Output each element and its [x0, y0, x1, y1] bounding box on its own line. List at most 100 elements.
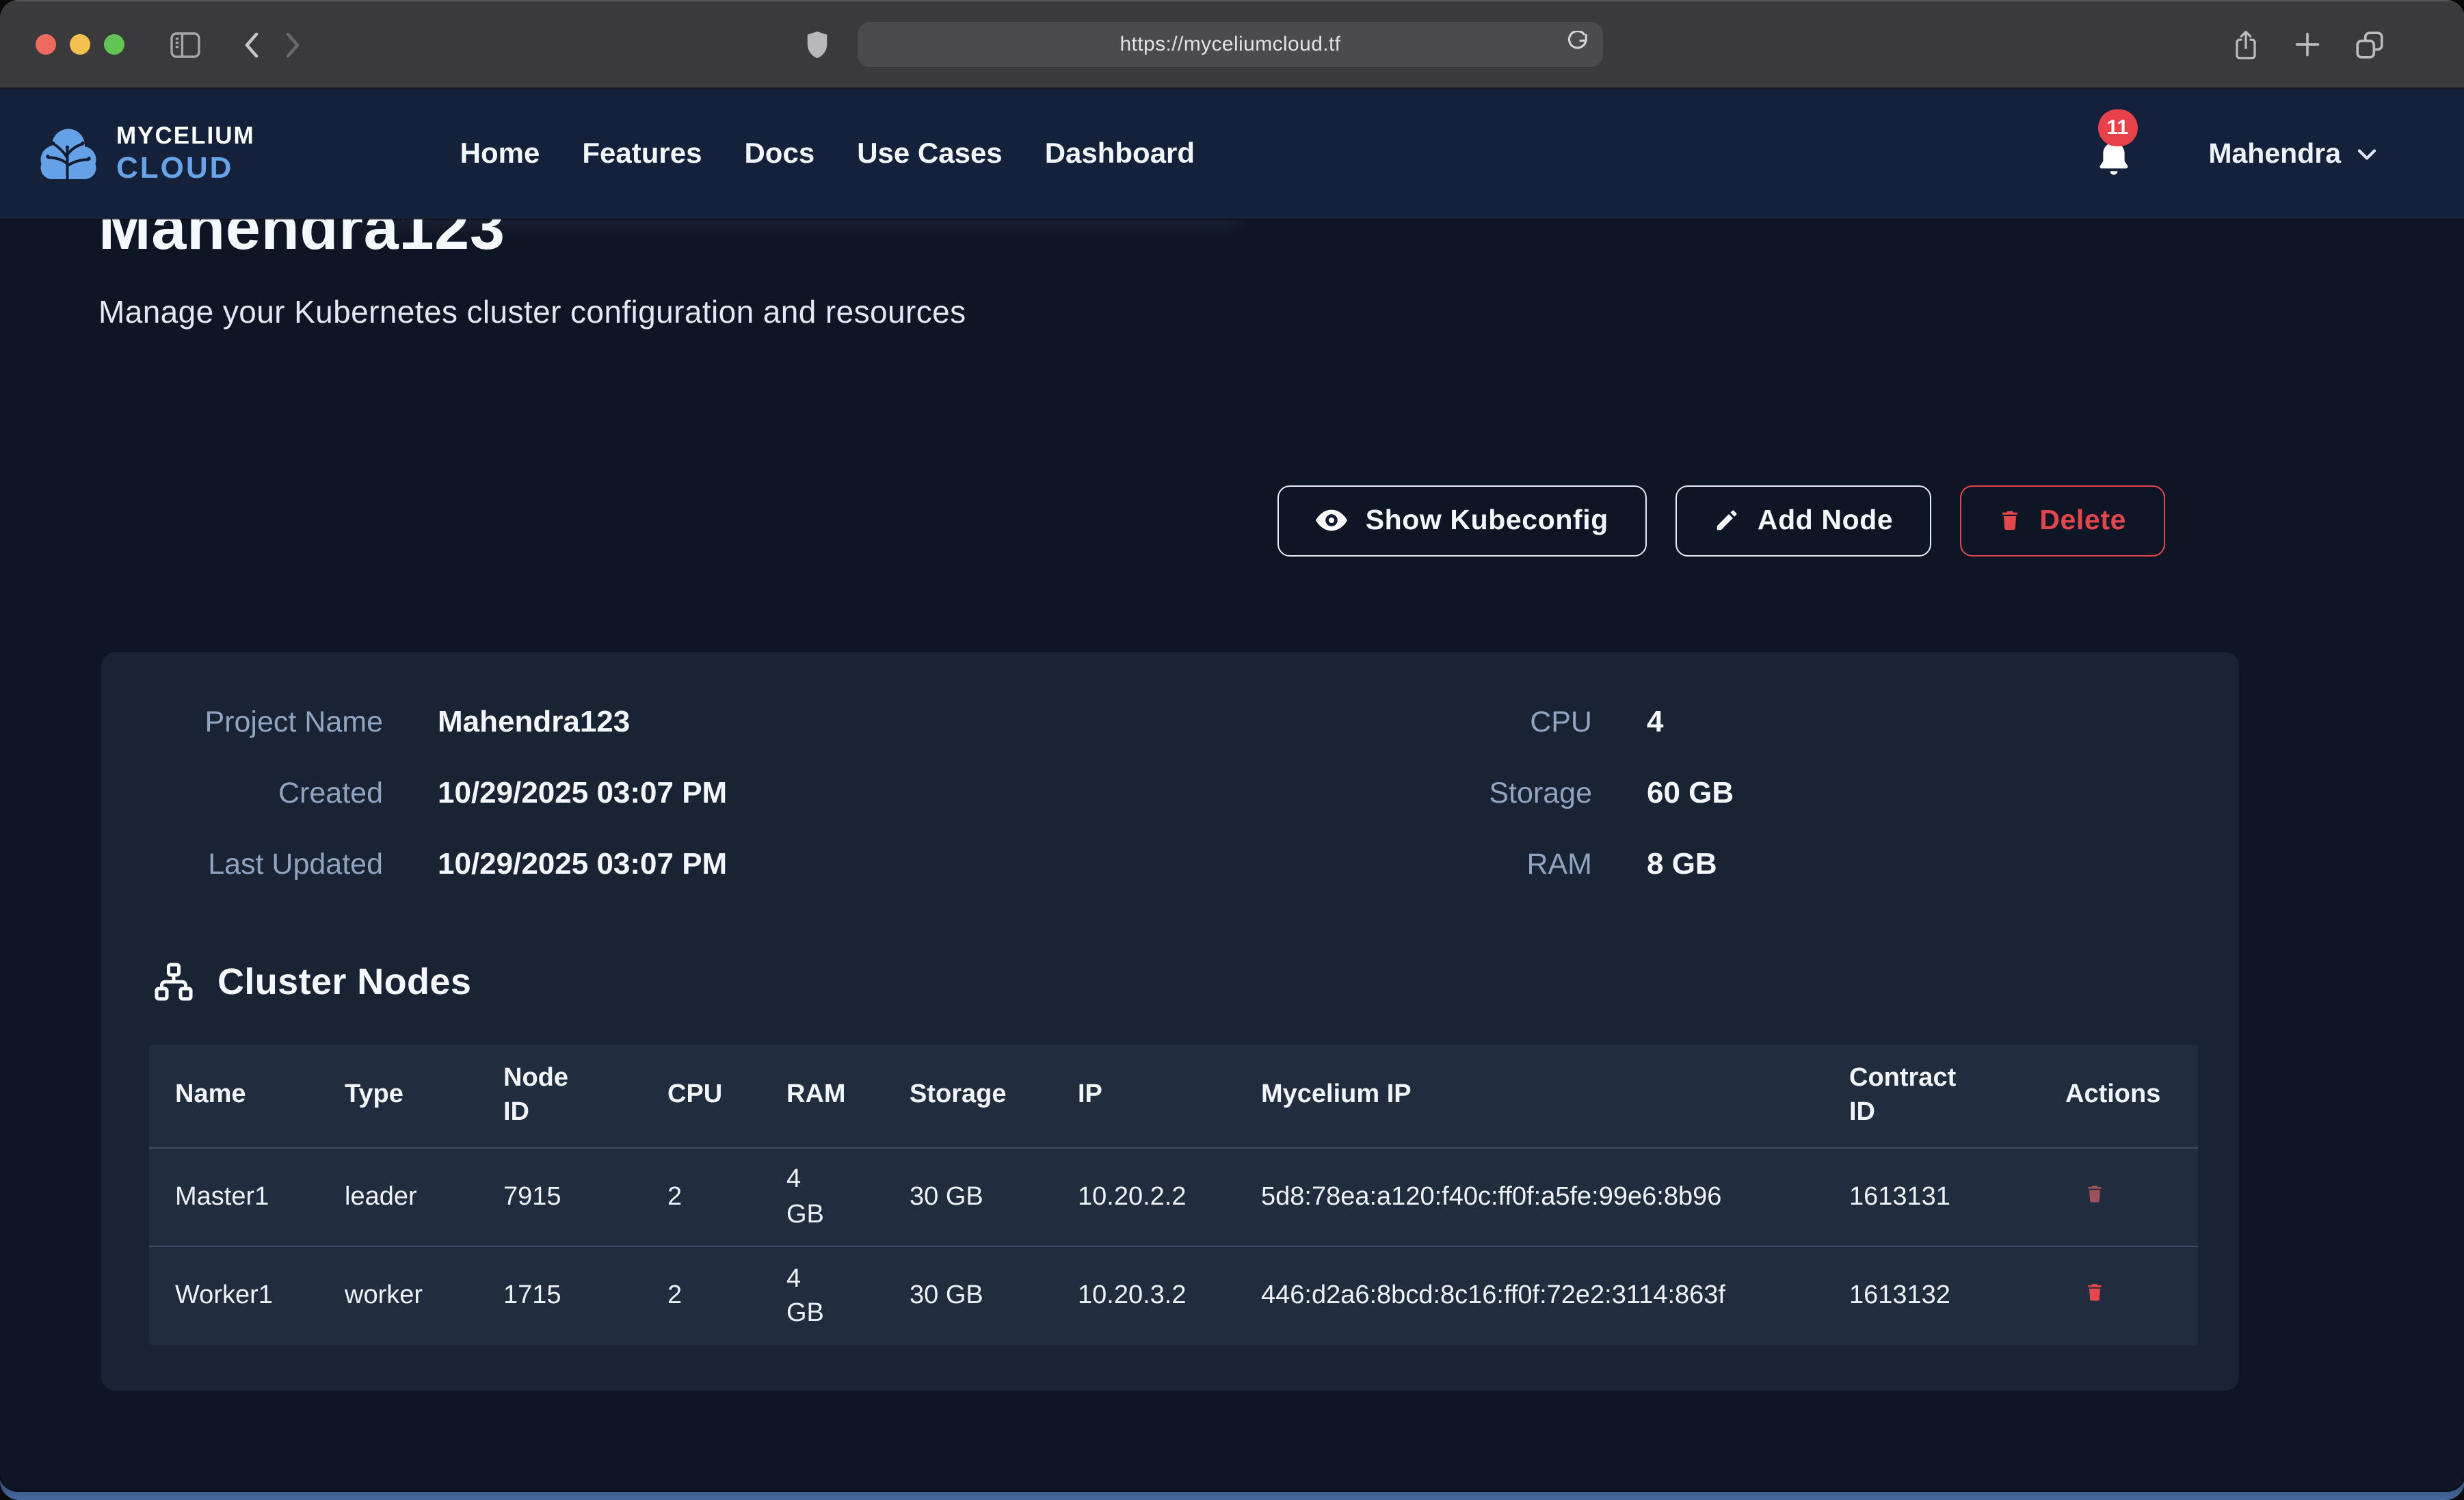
share-icon: [2230, 27, 2260, 62]
table-row-master1: Master1 leader 7915 2 4 GB 30 GB 10.20.2…: [149, 1149, 2198, 1247]
table-header-row: Name Type Node ID CPU RAM Storage IP Myc…: [149, 1045, 2198, 1149]
cell-name: Master1: [149, 1149, 345, 1247]
notification-badge: 11: [2097, 109, 2137, 146]
ram-value: 8 GB: [1647, 844, 2212, 885]
add-node-label: Add Node: [1758, 505, 1893, 537]
cell-ram: 4 GB: [786, 1149, 910, 1247]
safari-window: https://myceliumcloud.tf: [0, 0, 2464, 1490]
col-contract-id: Contract ID: [1849, 1045, 2065, 1149]
nav-link-docs[interactable]: Docs: [744, 137, 814, 170]
cluster-nodes-header: Cluster Nodes: [153, 961, 2239, 1004]
new-tab-button[interactable]: [2293, 31, 2320, 58]
show-kubeconfig-button[interactable]: Show Kubeconfig: [1278, 485, 1647, 557]
delete-node-button[interactable]: [2065, 1181, 2105, 1210]
cell-actions: [2065, 1247, 2198, 1345]
cluster-actions: Show Kubeconfig Add Node Delete: [0, 485, 2464, 557]
col-ip: IP: [1078, 1045, 1261, 1149]
last-updated-label: Last Updated: [129, 844, 383, 885]
col-actions: Actions: [2065, 1045, 2198, 1149]
cell-ram: 4 GB: [786, 1247, 910, 1345]
storage-label: Storage: [1223, 773, 1592, 814]
logo-line1: MYCELIUM: [116, 125, 255, 149]
logo-line2: CLOUD: [116, 153, 255, 183]
delete-cluster-button[interactable]: Delete: [1960, 485, 2164, 557]
col-type: Type: [345, 1045, 503, 1149]
close-window-button[interactable]: [36, 34, 56, 55]
address-bar-url: https://myceliumcloud.tf: [858, 33, 1603, 56]
cloud-logo-icon: [36, 125, 101, 183]
back-icon: [238, 28, 263, 61]
tab-overview-button[interactable]: [2353, 29, 2385, 60]
col-ram: RAM: [786, 1045, 910, 1149]
project-name-label: Project Name: [129, 701, 383, 742]
site-navbar: MYCELIUM CLOUD Home Features Docs Use Ca…: [0, 89, 2464, 219]
tab-overview-icon: [2353, 29, 2385, 60]
cluster-nodes-table: Name Type Node ID CPU RAM Storage IP Myc…: [149, 1045, 2198, 1345]
logo-text: MYCELIUM CLOUD: [116, 125, 255, 183]
cell-ip: 10.20.3.2: [1078, 1247, 1261, 1345]
cell-contract-id: 1613131: [1849, 1149, 2065, 1247]
forward-button[interactable]: [282, 28, 306, 61]
cluster-details-panel: Project Name Mahendra123 CPU 4 Created 1…: [101, 652, 2239, 1391]
main-content: Mahendra123 Manage your Kubernetes clust…: [0, 191, 2464, 1391]
user-name: Mahendra: [2208, 137, 2341, 170]
back-button[interactable]: [238, 28, 263, 61]
cell-node-id: 1715: [503, 1247, 667, 1345]
cell-contract-id: 1613132: [1849, 1247, 2065, 1345]
sidebar-toggle-button[interactable]: [168, 29, 202, 59]
storage-value: 60 GB: [1647, 773, 2212, 814]
cluster-nodes-title: Cluster Nodes: [217, 961, 471, 1004]
last-updated-value: 10/29/2025 03:07 PM: [438, 844, 1168, 885]
nav-link-home[interactable]: Home: [460, 137, 540, 170]
project-name-value: Mahendra123: [438, 701, 1168, 742]
cell-name: Worker1: [149, 1247, 345, 1345]
privacy-shield-icon: [804, 28, 830, 61]
privacy-report-button[interactable]: [804, 28, 830, 61]
notifications-button[interactable]: 11: [2093, 129, 2134, 178]
pencil-icon: [1714, 508, 1740, 534]
created-label: Created: [129, 773, 383, 814]
ram-label: RAM: [1223, 844, 1592, 885]
traffic-lights: [36, 34, 124, 55]
cell-actions: [2065, 1149, 2198, 1247]
cell-mycelium-ip: 446:d2a6:8bcd:8c16:ff0f:72e2:3114:863f: [1261, 1247, 1849, 1345]
address-bar[interactable]: https://myceliumcloud.tf: [858, 22, 1603, 67]
table-row-worker1: Worker1 worker 1715 2 4 GB 30 GB 10.20.3…: [149, 1247, 2198, 1345]
nav-links: Home Features Docs Use Cases Dashboard: [460, 137, 1195, 170]
navbar-right: 11 Mahendra: [2093, 129, 2376, 178]
cell-cpu: 2: [667, 1247, 786, 1345]
site-logo[interactable]: MYCELIUM CLOUD: [36, 125, 255, 183]
nav-link-use-cases[interactable]: Use Cases: [857, 137, 1003, 170]
nav-link-dashboard[interactable]: Dashboard: [1045, 137, 1195, 170]
chevron-down-icon: [2356, 146, 2376, 162]
fullscreen-window-button[interactable]: [104, 34, 124, 55]
trash-icon: [1998, 508, 2022, 534]
cluster-network-icon: [153, 962, 194, 1003]
cell-storage: 30 GB: [910, 1247, 1078, 1345]
col-cpu: CPU: [667, 1045, 786, 1149]
col-node-id: Node ID: [503, 1045, 667, 1149]
share-button[interactable]: [2230, 27, 2260, 62]
cell-mycelium-ip: 5d8:78ea:a120:f40c:ff0f:a5fe:99e6:8b96: [1261, 1149, 1849, 1247]
cpu-label: CPU: [1223, 701, 1592, 742]
reload-button[interactable]: [1566, 30, 1589, 59]
toolbar-right-actions: [2230, 27, 2385, 62]
cell-storage: 30 GB: [910, 1149, 1078, 1247]
nav-link-features[interactable]: Features: [582, 137, 702, 170]
show-kubeconfig-label: Show Kubeconfig: [1366, 505, 1608, 537]
cell-cpu: 2: [667, 1149, 786, 1247]
created-value: 10/29/2025 03:07 PM: [438, 773, 1168, 814]
minimize-window-button[interactable]: [70, 34, 90, 55]
col-storage: Storage: [910, 1045, 1078, 1149]
forward-icon: [282, 28, 306, 61]
delete-node-button[interactable]: [2065, 1280, 2105, 1309]
user-menu[interactable]: Mahendra: [2208, 137, 2376, 170]
cluster-overview: Project Name Mahendra123 CPU 4 Created 1…: [101, 652, 2239, 885]
add-node-button[interactable]: Add Node: [1675, 485, 1931, 557]
delete-label: Delete: [2039, 505, 2126, 537]
new-tab-icon: [2293, 31, 2320, 58]
cell-type: worker: [345, 1247, 503, 1345]
trash-icon: [2084, 1181, 2105, 1206]
reload-icon: [1566, 30, 1589, 55]
sidebar-toggle-icon: [168, 29, 202, 59]
